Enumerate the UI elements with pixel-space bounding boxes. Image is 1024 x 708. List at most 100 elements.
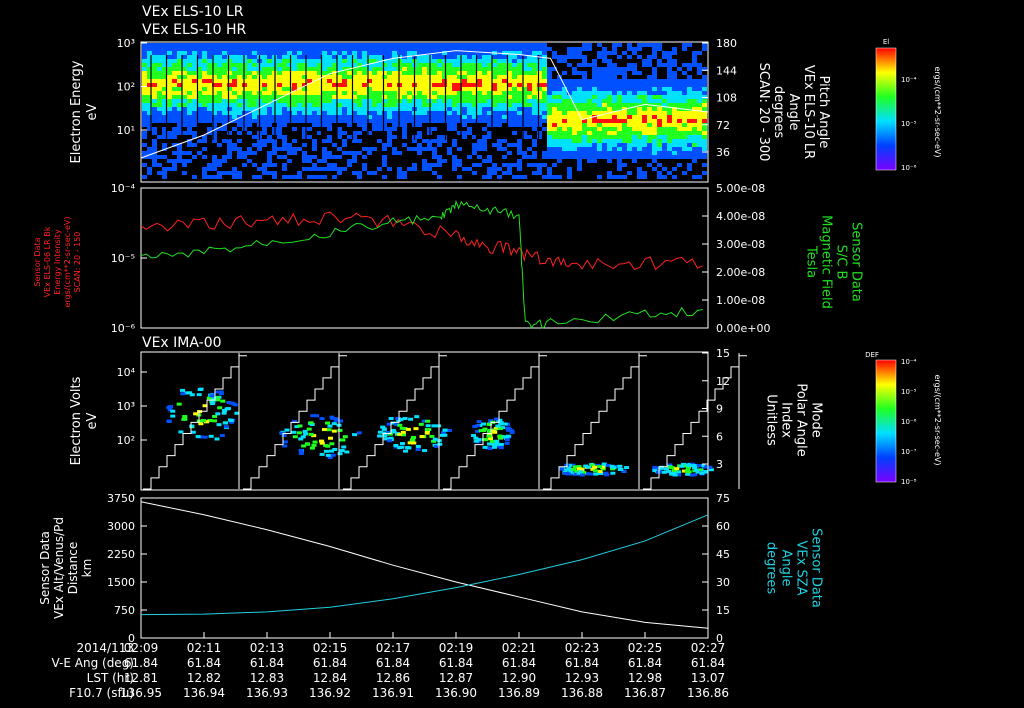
els-cell — [192, 119, 197, 123]
els-cell — [622, 131, 627, 135]
els-cell — [442, 159, 447, 163]
els-cell — [652, 167, 657, 171]
els-cell — [407, 51, 412, 55]
els-cell — [372, 99, 377, 103]
els-cell — [512, 63, 517, 67]
els-cell — [532, 95, 537, 99]
els-cell — [182, 103, 187, 107]
els-cell — [247, 83, 252, 87]
ima-cell — [482, 427, 488, 431]
els-cell — [647, 147, 652, 151]
els-cell — [622, 151, 627, 155]
els-cell — [482, 91, 487, 95]
els-cell — [322, 83, 327, 87]
els-cell — [262, 123, 267, 127]
ima-cell — [661, 470, 667, 474]
els-cell — [437, 83, 442, 87]
els-cell — [382, 103, 387, 107]
els-cell — [237, 51, 242, 55]
els-cell — [307, 175, 312, 179]
els-cell — [582, 99, 587, 103]
els-cell — [602, 71, 607, 75]
els-cell — [452, 83, 457, 87]
sensor-y2label-line: S/C B — [834, 245, 849, 280]
els-cell — [362, 75, 367, 79]
els-cell — [512, 103, 517, 107]
els-cell — [217, 79, 222, 83]
els-cell — [497, 59, 502, 63]
els-cell — [452, 55, 457, 59]
els-cell — [297, 75, 302, 79]
els-cell — [402, 127, 407, 131]
els-cell — [447, 67, 452, 71]
els-cell — [202, 43, 207, 47]
x-row-label: V-E Ang (deg) — [52, 656, 134, 670]
els-cell — [372, 43, 377, 47]
ima-cell — [658, 466, 664, 470]
els-cell — [627, 87, 632, 91]
els-cell — [642, 95, 647, 99]
els-cell — [417, 99, 422, 103]
els-cell — [557, 95, 562, 99]
els-cell — [362, 155, 367, 159]
els-cell — [492, 107, 497, 111]
els-cell — [467, 99, 472, 103]
els-cell — [697, 83, 702, 87]
els-cell — [447, 147, 452, 151]
els-cell — [262, 131, 267, 135]
els-cell — [627, 151, 632, 155]
els-cell — [557, 83, 562, 87]
els-cell — [402, 95, 407, 99]
els-cell — [677, 151, 682, 155]
els-cell — [432, 163, 437, 167]
els-cell — [672, 83, 677, 87]
els-cell — [207, 55, 212, 59]
els-cell — [277, 127, 282, 131]
els-cell — [627, 67, 632, 71]
els-cell — [622, 111, 627, 115]
els-cell — [242, 155, 247, 159]
ima-cell — [617, 464, 623, 468]
els-cell — [687, 115, 692, 119]
els-cell — [652, 83, 657, 87]
els-cell — [632, 139, 637, 143]
els-cell — [402, 119, 407, 123]
els-cell — [282, 147, 287, 151]
els-cell — [602, 47, 607, 51]
els-cell — [217, 99, 222, 103]
els-cell — [667, 103, 672, 107]
els-cell — [262, 167, 267, 171]
els-cell — [177, 147, 182, 151]
els-cell — [582, 91, 587, 95]
els-cell — [637, 155, 642, 159]
els-cell — [242, 163, 247, 167]
els-cell — [657, 83, 662, 87]
ima-cell — [405, 427, 411, 431]
els-cell — [337, 115, 342, 119]
els-cell — [632, 127, 637, 131]
els-cell — [392, 127, 397, 131]
els-cell — [422, 91, 427, 95]
els-cell — [547, 111, 552, 115]
ima-cell — [282, 440, 288, 444]
els-cell — [652, 111, 657, 115]
els-cell — [587, 91, 592, 95]
els-cell — [612, 151, 617, 155]
els-cell — [477, 107, 482, 111]
ima-cell — [209, 394, 215, 398]
els-cell — [387, 63, 392, 67]
els-cell — [432, 155, 437, 159]
x-row-value: 12.87 — [439, 671, 473, 685]
els-cell — [382, 163, 387, 167]
els-cell — [167, 79, 172, 83]
els-cell — [152, 51, 157, 55]
els-cell — [177, 51, 182, 55]
els-cell — [677, 143, 682, 147]
els-cell — [187, 59, 192, 63]
els-cell — [232, 107, 237, 111]
els-cell — [372, 91, 377, 95]
els-cell — [592, 71, 597, 75]
els-cell — [552, 55, 557, 59]
els-cell — [187, 95, 192, 99]
els-cell — [397, 171, 402, 175]
